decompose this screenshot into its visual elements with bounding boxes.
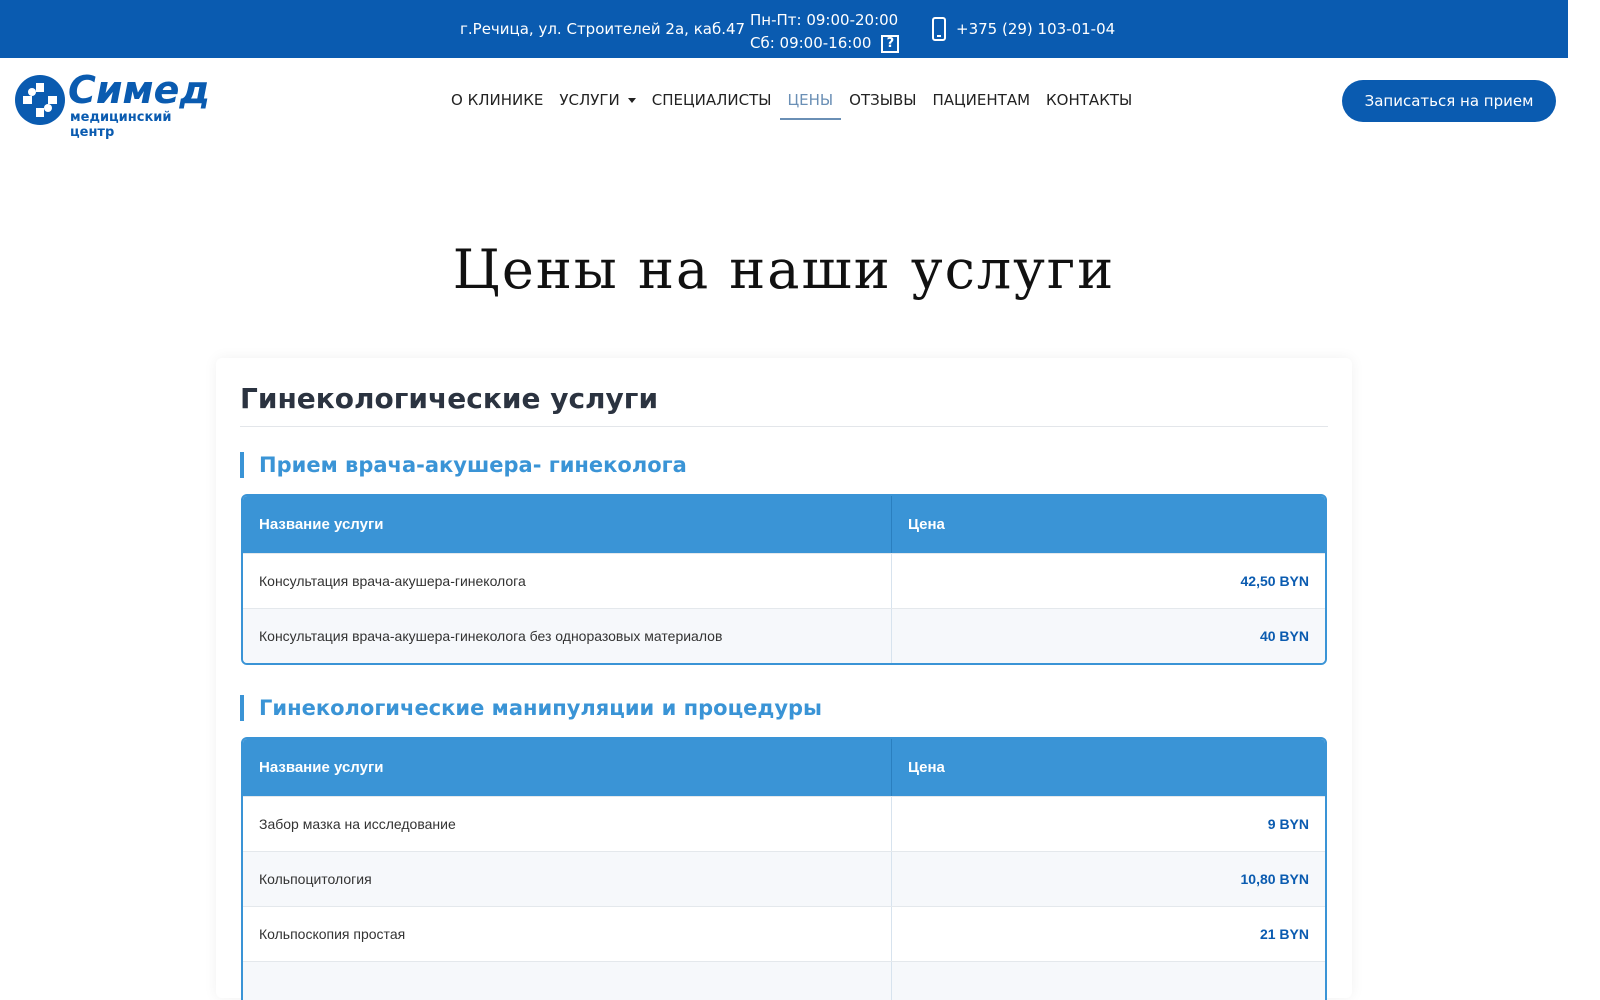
table-row	[243, 961, 1325, 1000]
service-price: 42,50 BYN	[1240, 573, 1309, 589]
main-nav: О КЛИНИКЕ УСЛУГИ СПЕЦИАЛИСТЫ ЦЕНЫ ОТЗЫВЫ…	[443, 90, 1140, 120]
hours-saturday: Сб: 09:00-16:00	[750, 34, 872, 52]
clinic-address: г.Речица, ул. Строителей 2а, каб.47	[460, 20, 746, 38]
page-title: Цены на наши услуги	[452, 238, 1116, 301]
caret-down-icon	[627, 98, 636, 103]
service-name: Кольпоцитология	[243, 852, 892, 906]
table-header: Название услуги Цена	[243, 739, 1325, 796]
service-price: 21 BYN	[1259, 926, 1309, 942]
section-divider	[240, 426, 1328, 427]
service-price: 10,80 BYN	[1240, 871, 1309, 887]
nav-item-contacts[interactable]: КОНТАКТЫ	[1038, 90, 1140, 120]
question-icon[interactable]: ?	[881, 34, 900, 53]
logo-subtitle: медицинский центр	[70, 110, 172, 140]
service-name: Консультация врача-акушера-гинеколога	[243, 554, 892, 608]
mobile-phone-icon	[932, 17, 946, 41]
group-title: Гинекологические манипуляции и процедуры	[240, 695, 822, 721]
service-price: 40 BYN	[1259, 628, 1309, 644]
group-title: Прием врача-акушера- гинеколога	[240, 452, 687, 478]
service-name: Консультация врача-акушера-гинеколога бе…	[243, 609, 892, 663]
top-info-bar: г.Речица, ул. Строителей 2а, каб.47 Пн-П…	[0, 0, 1568, 58]
service-name: Кольпоскопия простая	[243, 907, 892, 961]
col-header-name: Название услуги	[243, 496, 892, 553]
nav-item-services[interactable]: УСЛУГИ	[551, 90, 643, 120]
col-header-price: Цена	[908, 759, 945, 776]
table-row: Консультация врача-акушера-гинеколога бе…	[243, 608, 1325, 663]
nav-item-prices[interactable]: ЦЕНЫ	[779, 90, 842, 120]
table-row: Кольпоскопия простая 21 BYN	[243, 906, 1325, 961]
price-table: Название услуги Цена Консультация врача-…	[241, 494, 1327, 665]
logo-name: Симед	[68, 68, 211, 112]
hours-weekdays: Пн-Пт: 09:00-20:00	[750, 11, 899, 29]
logo-cross-icon	[15, 75, 65, 125]
nav-item-reviews[interactable]: ОТЗЫВЫ	[841, 90, 924, 120]
table-row: Забор мазка на исследование 9 BYN	[243, 796, 1325, 851]
col-header-price: Цена	[908, 516, 945, 533]
section-title: Гинекологические услуги	[240, 382, 659, 415]
nav-item-specialists[interactable]: СПЕЦИАЛИСТЫ	[644, 90, 780, 120]
table-header: Название услуги Цена	[243, 496, 1325, 553]
table-row: Консультация врача-акушера-гинеколога 42…	[243, 553, 1325, 608]
nav-item-about[interactable]: О КЛИНИКЕ	[443, 90, 551, 120]
site-logo[interactable]: Симед медицинский центр	[14, 68, 214, 140]
service-price: 9 BYN	[1267, 816, 1309, 832]
price-card: Гинекологические услуги Прием врача-акуш…	[216, 358, 1352, 1000]
nav-item-patients[interactable]: ПАЦИЕНТАМ	[925, 90, 1039, 120]
service-name: Забор мазка на исследование	[243, 797, 892, 851]
table-row: Кольпоцитология 10,80 BYN	[243, 851, 1325, 906]
phone-number: +375 (29) 103-01-04	[956, 20, 1116, 38]
price-table: Название услуги Цена Забор мазка на иссл…	[241, 737, 1327, 1000]
col-header-name: Название услуги	[243, 739, 892, 796]
book-appointment-button[interactable]: Записаться на прием	[1342, 80, 1556, 122]
working-hours: Пн-Пт: 09:00-20:00 Сб: 09:00-16:00 ?	[750, 9, 900, 55]
phone-link[interactable]: +375 (29) 103-01-04	[932, 17, 1115, 41]
